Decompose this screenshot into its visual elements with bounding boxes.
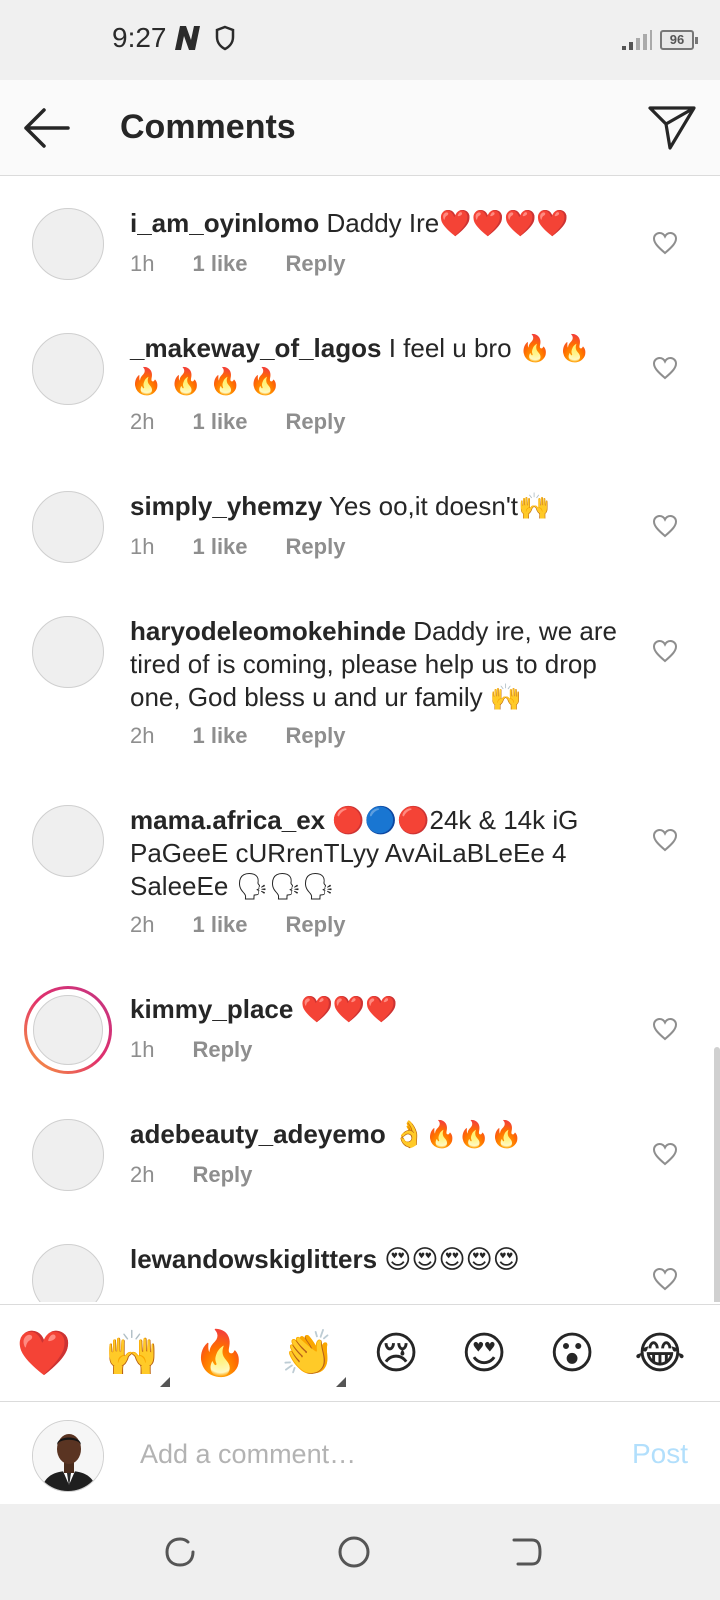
comment-username[interactable]: mama.africa_ex <box>130 805 325 835</box>
comment-username[interactable]: adebeauty_adeyemo <box>130 1119 386 1149</box>
comment-time: 2h <box>130 912 155 937</box>
heart-outline-icon[interactable] <box>652 639 678 663</box>
emoji-wow[interactable]: 😮 <box>542 1327 602 1381</box>
comment-likes[interactable]: 1 like <box>192 251 247 277</box>
comment-username[interactable]: _makeway_of_lagos <box>130 333 381 363</box>
home-icon[interactable] <box>336 1534 372 1570</box>
comment-meta: 1h 1 like Reply <box>130 251 383 277</box>
comment-time: 1h <box>130 534 155 559</box>
emoji-heart-eyes[interactable]: 😍 <box>454 1327 514 1381</box>
avatar[interactable] <box>32 491 104 563</box>
comment-meta: 2h 1 like Reply <box>130 409 383 435</box>
comment-likes[interactable]: 1 like <box>192 409 247 435</box>
back-icon[interactable] <box>508 1534 544 1570</box>
avatar[interactable] <box>32 208 104 280</box>
heart-outline-icon[interactable] <box>652 231 678 255</box>
comment-username[interactable]: simply_yhemzy <box>130 491 322 521</box>
comment-text: 👌🔥🔥🔥 <box>385 1119 523 1149</box>
comment-text: Yes oo,it doesn't🙌 <box>322 491 551 521</box>
reply-button[interactable]: Reply <box>286 723 346 749</box>
skin-tone-corner-icon <box>160 1377 170 1387</box>
skin-tone-corner-icon <box>336 1377 346 1387</box>
battery-level: 96 <box>669 32 685 47</box>
reply-button[interactable]: Reply <box>286 409 346 435</box>
comment-meta: 2h 1 like Reply <box>130 723 383 749</box>
comment-meta: 2h Reply <box>130 1162 290 1188</box>
heart-outline-icon[interactable] <box>652 1142 678 1166</box>
heart-outline-icon[interactable] <box>652 356 678 380</box>
comment-time: 2h <box>130 723 155 748</box>
recents-icon[interactable] <box>162 1534 198 1570</box>
comment-meta: 1h 1 like Reply <box>130 534 383 560</box>
battery-icon: 96 <box>660 30 698 50</box>
heart-outline-icon[interactable] <box>652 514 678 538</box>
system-nav-bar <box>0 1504 720 1600</box>
emoji-fire[interactable]: 🔥 <box>190 1327 250 1381</box>
header: Comments <box>0 80 720 176</box>
reply-button[interactable]: Reply <box>192 1037 252 1063</box>
comment-username[interactable]: lewandowskiglitters <box>130 1244 377 1274</box>
comment-username[interactable]: i_am_oyinlomo <box>130 208 319 238</box>
profile-photo-icon <box>33 1421 103 1491</box>
scrollbar[interactable] <box>714 1047 720 1302</box>
emoji-laugh[interactable]: 😂 <box>630 1327 690 1381</box>
comment-time: 2h <box>130 1162 155 1187</box>
comment-list[interactable]: i_am_oyinlomo Daddy Ire❤️❤️❤️❤️ 1h 1 like… <box>0 177 720 1302</box>
emoji-raised-hands[interactable]: 🙌 <box>102 1327 170 1387</box>
comment-time: 2h <box>130 409 155 434</box>
comment-time: 1h <box>130 1037 155 1062</box>
arrow-left-icon[interactable] <box>20 104 72 152</box>
my-avatar <box>32 1420 104 1492</box>
comment-input[interactable] <box>140 1432 600 1476</box>
heart-outline-icon[interactable] <box>652 828 678 852</box>
reply-button[interactable]: Reply <box>286 251 346 277</box>
comment-text: 😍😍😍😍😍 <box>377 1244 520 1274</box>
comment-likes[interactable]: 1 like <box>192 723 247 749</box>
avatar[interactable] <box>32 1119 104 1191</box>
emoji-cry[interactable]: 😢 <box>366 1327 426 1381</box>
reply-button[interactable]: Reply <box>192 1162 252 1188</box>
post-button[interactable]: Post <box>632 1438 688 1470</box>
reply-button[interactable]: Reply <box>286 912 346 938</box>
paper-plane-icon[interactable] <box>646 102 698 152</box>
status-bar: 9:27 96 <box>0 0 720 80</box>
emoji-clap[interactable]: 👏 <box>278 1327 346 1387</box>
comment-username[interactable]: kimmy_place <box>130 994 293 1024</box>
status-time: 9:27 <box>112 22 167 53</box>
comment-meta: 2h 1 like Reply <box>130 912 383 938</box>
emoji-quick-bar: ❤️ 🙌 🔥 👏 😢 😍 😮 😂 <box>0 1304 720 1402</box>
comment-time: 1h <box>130 251 155 276</box>
emoji-heart[interactable]: ❤️ <box>14 1327 74 1381</box>
comment-likes[interactable]: 1 like <box>192 534 247 560</box>
comment-text: Daddy Ire❤️❤️❤️❤️ <box>319 208 569 238</box>
page-title: Comments <box>120 108 296 146</box>
heart-outline-icon[interactable] <box>652 1017 678 1041</box>
heart-outline-icon[interactable] <box>652 1267 678 1291</box>
signal-icon <box>622 30 652 50</box>
avatar[interactable] <box>32 616 104 688</box>
avatar[interactable] <box>32 333 104 405</box>
comment-likes[interactable]: 1 like <box>192 912 247 938</box>
avatar-story-ring[interactable] <box>24 986 112 1074</box>
shield-icon <box>215 25 235 51</box>
avatar[interactable] <box>32 805 104 877</box>
avatar[interactable] <box>32 1244 104 1302</box>
comment-composer: Post <box>0 1402 720 1504</box>
emoji-clap-glyph: 👏 <box>280 1329 336 1378</box>
comment-username[interactable]: haryodeleomokehinde <box>130 616 406 646</box>
comment-meta: 1h Reply <box>130 1037 290 1063</box>
n-logo-icon <box>175 26 200 50</box>
emoji-raised-hands-glyph: 🙌 <box>104 1329 160 1378</box>
reply-button[interactable]: Reply <box>286 534 346 560</box>
comment-text: ❤️❤️❤️ <box>293 994 398 1024</box>
